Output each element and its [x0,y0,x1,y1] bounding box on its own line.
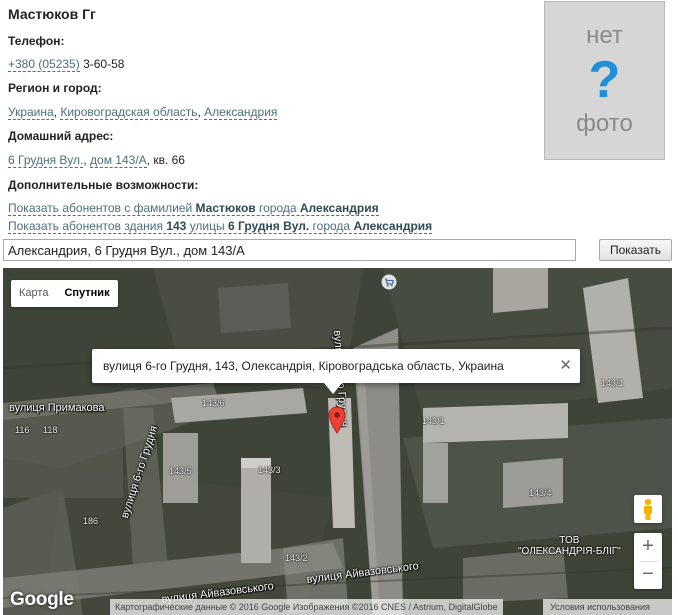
zoom-divider [639,561,657,562]
phone-code-link[interactable]: +380 (05235) [8,57,80,72]
map[interactable]: Карта Спутник вулиця Примакова вулиця 6-… [3,268,672,615]
phone-number: 3-60-58 [83,57,125,71]
house-link[interactable]: дом 143/А [90,153,147,168]
extras-label: Дополнительные возможности: [8,178,199,192]
street-label-primakova: вулиця Примакова [9,402,105,414]
link-city: Александрия [299,201,379,215]
house-number: 116 [15,425,30,435]
pegman-icon [644,498,652,520]
apartment: , кв. 66 [146,153,185,167]
link-city: Александрия [353,219,433,233]
city-link[interactable]: Александрия [204,105,278,120]
zoom-in-button[interactable]: + [634,533,662,561]
no-photo-placeholder: нет ? фото [544,1,665,160]
info-window: вулиця 6-го Грудня, 143, Олександрія, Кі… [92,349,580,394]
house-number: 143/6 [202,398,225,408]
link-surname: Мастюков [195,201,256,215]
link-text: города [309,219,354,233]
question-mark-icon: ? [588,51,621,109]
street-link[interactable]: 6 Грудня Вул. [8,153,84,168]
house-number: 143/4 [529,488,552,498]
link-text: улицы [186,219,228,233]
home-address-value: 6 Грудня Вул., дом 143/А, кв. 66 [8,153,185,168]
country-link[interactable]: Украина [8,105,54,120]
phone-label: Телефон: [8,34,65,48]
map-type-map-button[interactable]: Карта [11,280,56,307]
link-house: 143 [166,219,187,233]
zoom-out-button[interactable]: − [634,561,662,589]
house-number: 143/5 [169,466,192,476]
person-name: Мастюков Гг [8,6,96,22]
link-street: 6 Грудня Вул. [227,219,310,233]
google-logo[interactable]: Google [10,589,74,611]
home-address-label: Домашний адрес: [8,129,114,143]
shopping-cart-icon [381,274,397,295]
link-text: города [255,201,300,215]
region-label: Регион и город: [8,81,102,95]
house-number: 118 [43,425,58,435]
region-value: Украина, Кировоградская область, Алексан… [8,105,278,120]
oblast-link[interactable]: Кировоградская область [60,105,198,120]
no-photo-text-bottom: фото [576,110,633,137]
extras-link-surname-row: Показать абонентов с фамилией Мастюков г… [8,201,379,216]
house-number: 186 [83,516,99,526]
satellite-imagery [3,268,672,615]
phone-value: +380 (05235) 3-60-58 [8,57,125,72]
house-number: 143/2 [285,553,308,563]
zoom-control: + − [634,533,662,589]
link-text: Показать абонентов здания [8,219,167,233]
map-type-satellite-button[interactable]: Спутник [56,280,117,307]
house-number: 143/1 [601,378,624,388]
extras-link-building-row: Показать абонентов здания 143 улицы 6 Гр… [8,219,433,234]
poi-label[interactable]: ТОВ "ОЛЕКСАНДРІЯ-БЛІГ" [518,535,621,557]
info-window-tail [324,383,342,394]
show-by-surname-link[interactable]: Показать абонентов с фамилией Мастюков г… [8,201,379,216]
map-marker-icon[interactable] [328,406,346,439]
street-view-control[interactable] [634,495,662,523]
house-number: 143/1 [422,416,445,426]
no-photo-text-top: нет [586,22,623,49]
map-attribution: Картографические данные © 2016 Google Из… [110,599,503,615]
address-search-input[interactable] [3,239,576,261]
link-text: Показать абонентов с фамилией [8,201,196,215]
show-by-building-link[interactable]: Показать абонентов здания 143 улицы 6 Гр… [8,219,433,234]
show-button[interactable]: Показать [599,239,672,261]
close-icon[interactable]: ✕ [559,349,572,383]
map-type-control: Карта Спутник [11,280,118,307]
info-window-address: вулиця 6-го Грудня, 143, Олександрія, Кі… [103,359,504,373]
terms-of-use-link[interactable]: Условия использования [543,599,672,615]
house-number: 143/3 [258,465,281,475]
